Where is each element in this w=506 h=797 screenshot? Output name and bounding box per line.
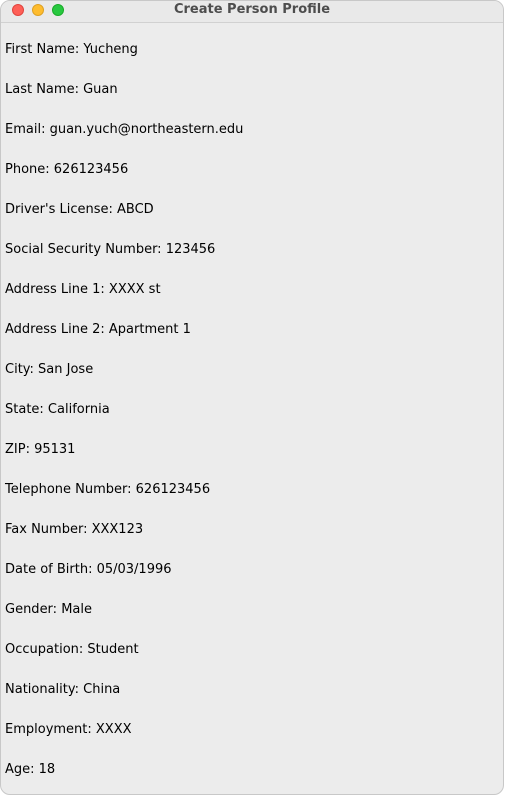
employment-label: Employment: XXXX: [5, 722, 132, 737]
fax-number-label: Fax Number: XXX123: [5, 522, 144, 537]
phone-label: Phone: 626123456: [5, 162, 129, 177]
address-line-1-label: Address Line 1: XXXX st: [5, 282, 161, 297]
occupation-label: Occupation: Student: [5, 642, 139, 657]
state-label: State: California: [5, 402, 110, 417]
title-bar[interactable]: Create Person Profile: [1, 1, 503, 23]
address-line-2-label: Address Line 2: Apartment 1: [5, 322, 191, 337]
first-name-label: First Name: Yucheng: [5, 42, 138, 57]
age-label: Age: 18: [5, 762, 56, 777]
nationality-label: Nationality: China: [5, 682, 121, 697]
date-of-birth-label: Date of Birth: 05/03/1996: [5, 562, 172, 577]
city-label: City: San Jose: [5, 362, 94, 377]
window-title: Create Person Profile: [173, 2, 331, 17]
zip-label: ZIP: 95131: [5, 442, 76, 457]
profile-details: First Name: Yucheng Last Name: Guan Emai…: [5, 41, 503, 794]
gender-label: Gender: Male: [5, 602, 92, 617]
telephone-number-label: Telephone Number: 626123456: [5, 482, 211, 497]
email-label: Email: guan.yuch@northeastern.edu: [5, 122, 244, 137]
social-security-number-label: Social Security Number: 123456: [5, 242, 216, 257]
drivers-license-label: Driver's License: ABCD: [5, 202, 154, 217]
last-name-label: Last Name: Guan: [5, 82, 118, 97]
profile-window: Create Person Profile First Name: Yuchen…: [0, 0, 504, 795]
